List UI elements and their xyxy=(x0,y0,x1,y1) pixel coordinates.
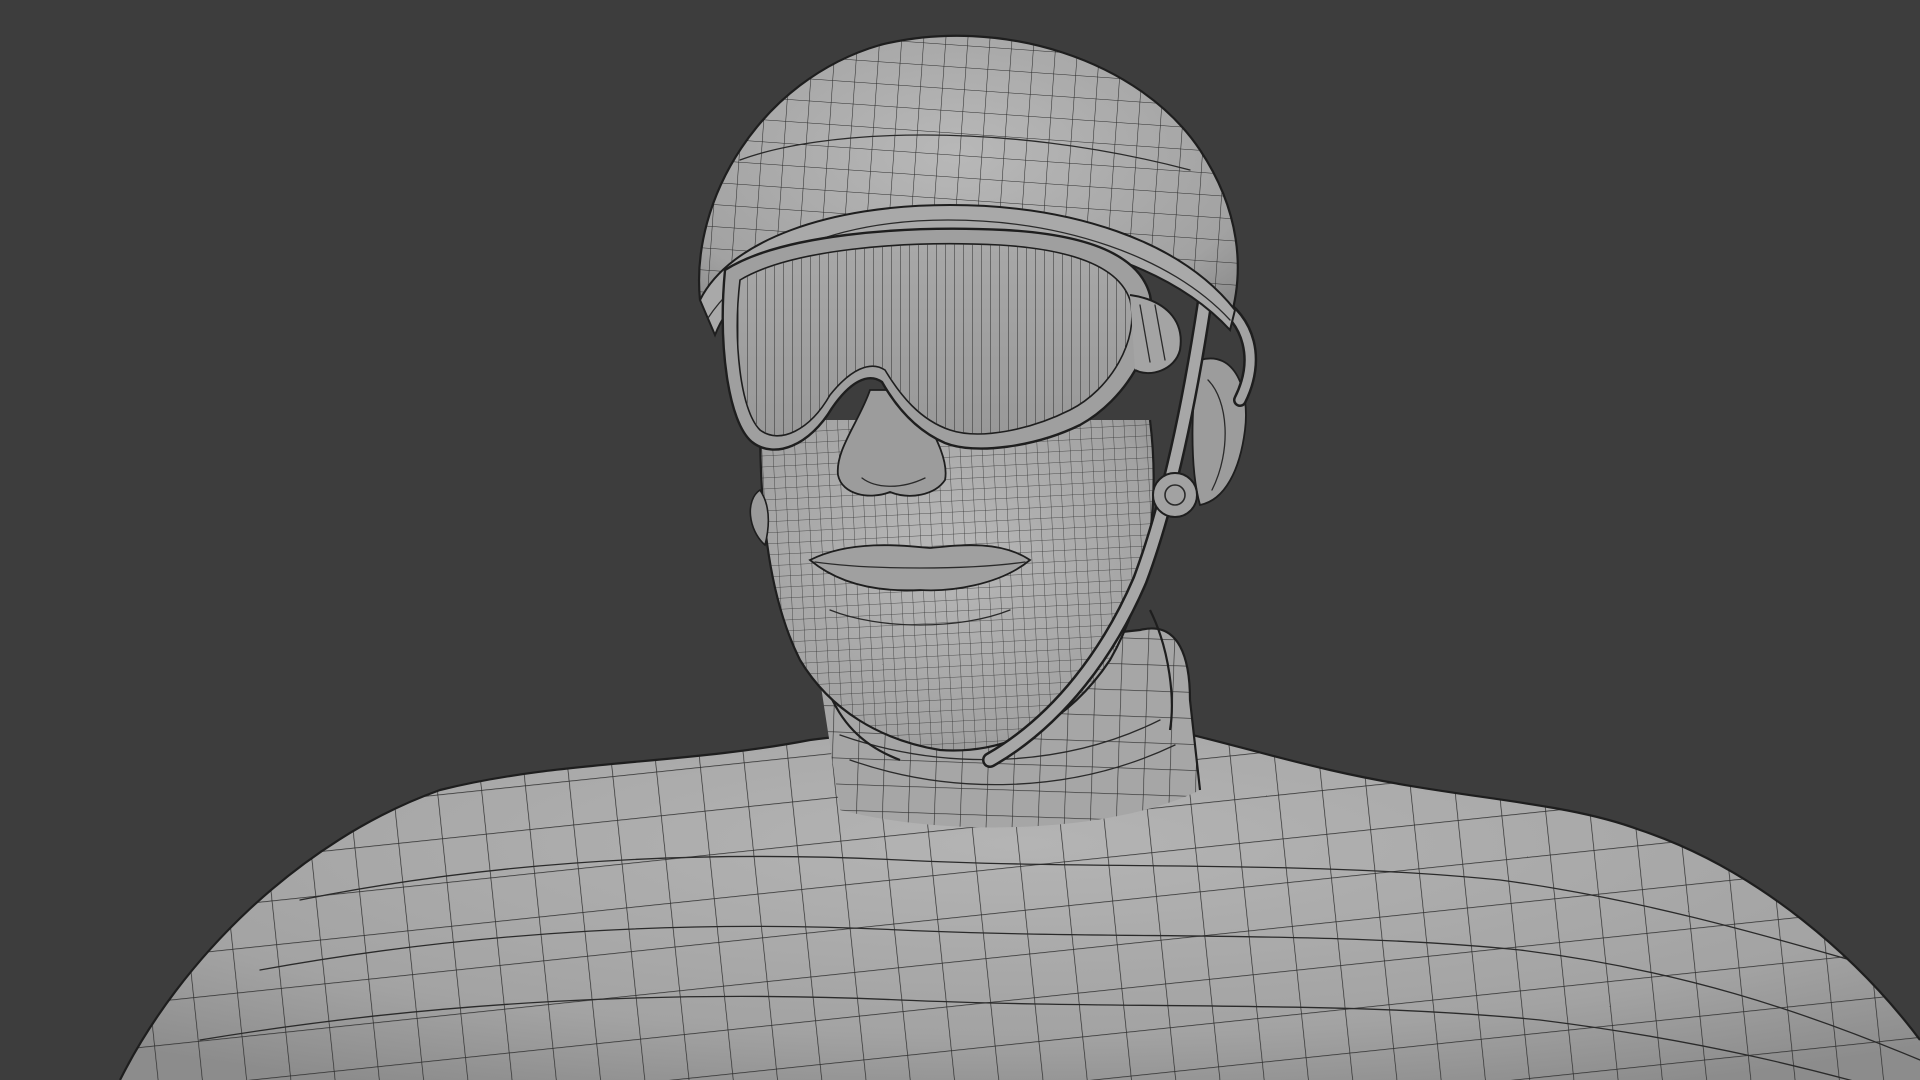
strap-buckle-icon xyxy=(1152,472,1198,518)
viewport-canvas[interactable] xyxy=(0,0,1920,1080)
3d-viewport[interactable] xyxy=(0,0,1920,1080)
